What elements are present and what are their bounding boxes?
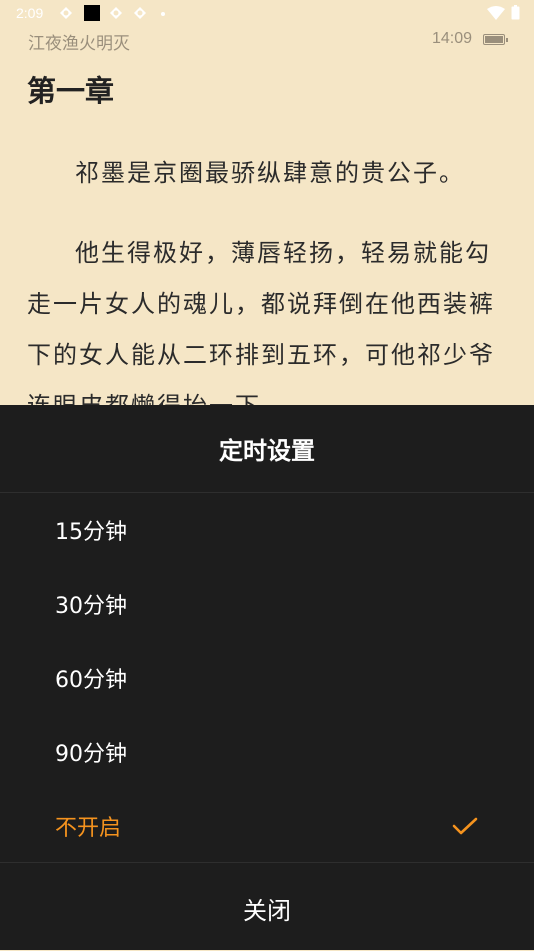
battery-icon — [511, 5, 520, 20]
close-button[interactable]: 关闭 — [0, 891, 534, 926]
black-square-icon — [84, 5, 100, 21]
app-icon — [134, 7, 146, 19]
status-bar: 2:09 — [0, 0, 534, 28]
book-title: 江夜渔火明灭 — [28, 34, 130, 54]
option-label: 30分钟 — [55, 594, 127, 619]
panel-header: 定时设置 — [0, 405, 534, 493]
paragraph: 祁墨是京圈最骄纵肆意的贵公子。 — [75, 159, 465, 187]
timer-settings-panel: 定时设置 15分钟 30分钟 60分钟 90分钟 不开启 关闭 — [0, 405, 534, 950]
wifi-icon — [487, 5, 505, 20]
notification-dot-icon — [161, 12, 165, 16]
option-label: 不开启 — [55, 816, 122, 841]
status-time: 2:09 — [16, 5, 44, 21]
chapter-title: 第一章 — [27, 74, 115, 108]
option-label: 90分钟 — [55, 742, 127, 767]
timer-option-90[interactable]: 90分钟 — [0, 714, 534, 788]
checkmark-icon — [452, 817, 478, 835]
reader-clock: 14:09 — [432, 30, 473, 47]
app-icon — [110, 7, 122, 19]
timer-option-30[interactable]: 30分钟 — [0, 566, 534, 640]
paragraph: 他生得极好，薄唇轻扬，轻易就能勾走一片女人的魂儿，都说拜倒在他西装裤下的女人能从… — [27, 239, 495, 420]
timer-option-15[interactable]: 15分钟 — [0, 492, 534, 566]
status-right — [487, 5, 520, 20]
app-icon — [60, 7, 72, 19]
reader-battery-icon — [483, 34, 508, 45]
panel-title: 定时设置 — [219, 437, 315, 465]
timer-option-off[interactable]: 不开启 — [0, 788, 534, 862]
option-label: 15分钟 — [55, 520, 127, 545]
option-label: 60分钟 — [55, 668, 127, 693]
panel-footer: 关闭 — [0, 862, 534, 951]
timer-option-60[interactable]: 60分钟 — [0, 640, 534, 714]
